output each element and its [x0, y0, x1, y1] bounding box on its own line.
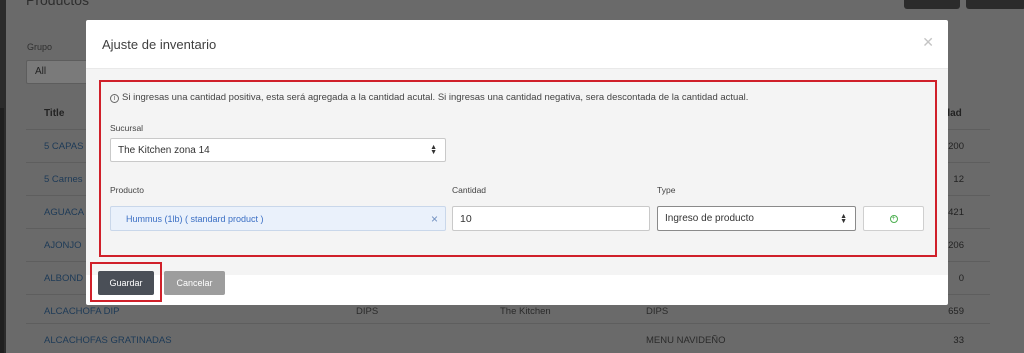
- info-icon: i: [110, 94, 119, 103]
- row-quantity: 33: [953, 335, 964, 346]
- left-sidebar-strip: [0, 0, 6, 353]
- close-icon[interactable]: ✕: [922, 34, 934, 51]
- sucursal-select[interactable]: The Kitchen zona 14 ▲ ▼: [110, 138, 446, 162]
- row-title-link[interactable]: ALBOND: [44, 273, 83, 284]
- modal-header: Ajuste de inventario ✕: [86, 20, 948, 69]
- info-text: Si ingresas una cantidad positiva, esta …: [122, 92, 749, 103]
- row-quantity: 200: [948, 141, 964, 152]
- inventory-adjust-modal: Ajuste de inventario ✕ i Si ingresas una …: [86, 20, 948, 305]
- sucursal-label: Sucursal: [110, 123, 144, 133]
- header-action-button[interactable]: [904, 0, 960, 9]
- producto-label: Producto: [110, 185, 145, 195]
- select-arrows-icon: ▲ ▼: [430, 144, 437, 156]
- header-action-button[interactable]: [966, 0, 1024, 9]
- clear-product-icon[interactable]: ×: [431, 212, 438, 226]
- product-selected-tag: Hummus (1lb) ( standard product ): [126, 213, 264, 224]
- row-title-link[interactable]: ALCACHOFAS GRATINADAS: [44, 335, 172, 346]
- type-value: Ingreso de producto: [665, 213, 754, 224]
- row-title-link[interactable]: 5 CAPAS: [44, 141, 83, 152]
- row-quantity: 12: [953, 174, 964, 185]
- group-filter-label: Grupo: [27, 42, 53, 52]
- plus-circle-icon: +: [889, 214, 898, 223]
- save-button[interactable]: Guardar: [98, 271, 154, 295]
- row-title-link[interactable]: AJONJO: [44, 240, 81, 251]
- add-row-button[interactable]: +: [863, 206, 924, 231]
- page-title: Productos: [26, 0, 90, 8]
- row-quantity: 421: [948, 207, 964, 218]
- row-quantity: 206: [948, 240, 964, 251]
- table-row: ALCACHOFAS GRATINADAS MENU NAVIDEÑO 33: [26, 323, 990, 353]
- row-category: DIPS: [646, 306, 669, 317]
- sucursal-value: The Kitchen zona 14: [118, 144, 210, 156]
- row-title-link[interactable]: 5 Carnes: [44, 174, 83, 185]
- row-branch: The Kitchen: [500, 306, 551, 317]
- table-header-title[interactable]: Title: [44, 108, 64, 119]
- type-label: Type: [657, 185, 676, 195]
- cancel-button[interactable]: Cancelar: [164, 271, 225, 295]
- row-title-link[interactable]: ALCACHOFA DIP: [44, 306, 120, 317]
- select-arrows-icon: ▲ ▼: [840, 212, 847, 225]
- modal-title: Ajuste de inventario: [102, 37, 217, 52]
- row-category: MENU NAVIDEÑO: [646, 335, 726, 346]
- row-group: DIPS: [356, 306, 379, 317]
- quantity-input[interactable]: 10: [452, 206, 650, 231]
- cantidad-label: Cantidad: [452, 185, 487, 195]
- type-select[interactable]: Ingreso de producto ▲ ▼: [657, 206, 856, 231]
- info-message: i Si ingresas una cantidad positiva, esta…: [110, 92, 748, 103]
- row-quantity: 659: [948, 306, 964, 317]
- product-select[interactable]: Hummus (1lb) ( standard product ) ×: [110, 206, 446, 231]
- row-quantity: 0: [958, 273, 964, 284]
- row-title-link[interactable]: AGUACA: [44, 207, 84, 218]
